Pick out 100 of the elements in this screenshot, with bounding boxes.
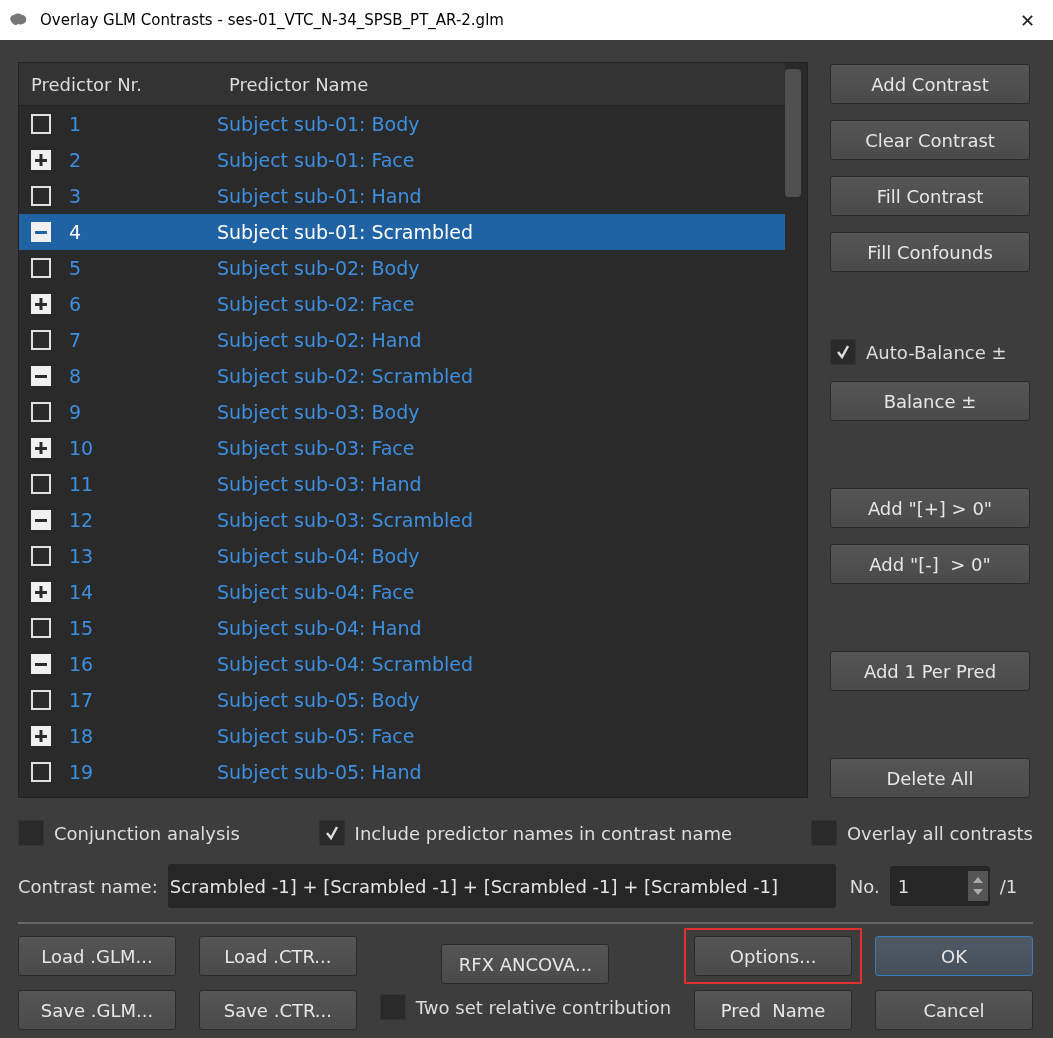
predictor-number: 17 (69, 689, 95, 711)
table-row[interactable]: 14 Subject sub-04: Face (19, 574, 785, 610)
plus-checkbox[interactable] (31, 582, 51, 602)
predictor-number: 9 (69, 401, 83, 423)
dialog-button[interactable]: Load .CTR... (198, 936, 357, 976)
field-label: Contrast name: (18, 875, 158, 897)
plus-checkbox[interactable] (31, 150, 51, 170)
table-row[interactable]: 5 Subject sub-02: Body (19, 250, 785, 286)
predictor-number: 6 (69, 293, 83, 315)
table-row[interactable]: 7 Subject sub-02: Hand (19, 322, 785, 358)
predictor-name: Subject sub-04: Hand (217, 617, 422, 639)
column-header: Predictor Name (229, 73, 369, 95)
predictor-number: 15 (69, 617, 95, 639)
close-button[interactable]: ✕ (1009, 9, 1045, 31)
side-button[interactable]: Clear Contrast (830, 120, 1030, 160)
predictor-number: 12 (69, 509, 95, 531)
spin-arrows-icon[interactable] (967, 871, 988, 901)
minus-checkbox[interactable] (31, 510, 51, 530)
predictor-name: Subject sub-04: Body (217, 545, 420, 567)
table-row[interactable]: 11 Subject sub-03: Hand (19, 466, 785, 502)
predictor-name: Subject sub-04: Face (217, 581, 415, 603)
minus-checkbox[interactable] (31, 654, 51, 674)
predictor-name: Subject sub-01: Face (217, 149, 415, 171)
dialog-button[interactable]: Save .CTR... (198, 990, 357, 1030)
side-button[interactable]: Balance ± (830, 381, 1030, 421)
table-row[interactable]: 17 Subject sub-05: Body (19, 682, 785, 718)
checkbox-label: Auto-Balance ± (866, 341, 1007, 363)
checkbox-label: Two set relative contribution (415, 996, 672, 1018)
number-spinbox[interactable]: 1 (889, 866, 990, 906)
predictor-name: Subject sub-05: Hand (217, 761, 422, 783)
table-row[interactable]: 8 Subject sub-02: Scrambled (19, 358, 785, 394)
predictor-name: Subject sub-01: Hand (217, 185, 422, 207)
predictor-name: Subject sub-02: Hand (217, 329, 422, 351)
table-row[interactable]: 2 Subject sub-01: Face (19, 142, 785, 178)
table-row[interactable]: 6 Subject sub-02: Face (19, 286, 785, 322)
dialog-button[interactable]: RFX ANCOVA... (441, 944, 610, 984)
table-row[interactable]: 19 Subject sub-05: Hand (19, 754, 785, 790)
checkbox[interactable] (830, 339, 856, 365)
contrast-name-field[interactable]: Scrambled -1] + [Scrambled -1] + [Scrambled -1] + [Scrambled -1] (167, 864, 836, 908)
checkbox-label: Conjunction analysis (54, 822, 240, 844)
predictor-number: 14 (69, 581, 95, 603)
side-button[interactable]: Add "[-] > 0" (830, 544, 1030, 584)
predictor-name: Subject sub-02: Scrambled (217, 365, 474, 387)
checkbox[interactable] (318, 820, 345, 846)
field-label: No. (849, 875, 880, 897)
predictor-number: 5 (69, 257, 83, 279)
predictor-number: 18 (69, 725, 95, 747)
side-button[interactable]: Add "[+] > 0" (830, 488, 1030, 528)
table-row[interactable]: 13 Subject sub-04: Body (19, 538, 785, 574)
table-row[interactable]: 15 Subject sub-04: Hand (19, 610, 785, 646)
plus-checkbox[interactable] (31, 294, 51, 314)
table-row[interactable]: 10 Subject sub-03: Face (19, 430, 785, 466)
predictor-number: 10 (69, 437, 95, 459)
table-row[interactable]: 3 Subject sub-01: Hand (19, 178, 785, 214)
predictor-number: 2 (69, 149, 83, 171)
column-header: Predictor Nr. (30, 73, 144, 95)
predictor-number: 4 (69, 221, 83, 243)
table-row[interactable]: 1 Subject sub-01: Body (19, 106, 785, 142)
window-title: Overlay GLM Contrasts - ses-01_VTC_N-34_SPSB_PT_AR-2.glm (40, 11, 505, 29)
side-button[interactable]: Fill Contrast (830, 176, 1030, 216)
table-row[interactable]: 16 Subject sub-04: Scrambled (19, 646, 785, 682)
table-row[interactable]: 18 Subject sub-05: Face (19, 718, 785, 754)
minus-checkbox[interactable] (31, 222, 51, 242)
predictor-name: Subject sub-03: Body (217, 401, 420, 423)
dialog-button[interactable]: Pred Name (694, 990, 853, 1030)
check-icon (323, 825, 340, 841)
predictor-number: 19 (69, 761, 95, 783)
predictor-number: 8 (69, 365, 83, 387)
predictor-number: 3 (69, 185, 83, 207)
predictor-name: Subject sub-01: Body (217, 113, 420, 135)
predictor-number: 13 (69, 545, 95, 567)
predictor-name: Subject sub-02: Body (217, 257, 420, 279)
predictor-name: Subject sub-05: Body (217, 689, 420, 711)
count-total: /1 (999, 875, 1018, 897)
predictor-name: Subject sub-01: Scrambled (217, 221, 474, 243)
checkbox-label: Include predictor names in contrast name (354, 822, 733, 844)
table-row[interactable]: 4 Subject sub-01: Scrambled (19, 214, 785, 250)
check-icon (835, 344, 851, 360)
minus-checkbox[interactable] (31, 366, 51, 386)
predictor-name: Subject sub-03: Hand (217, 473, 422, 495)
side-button[interactable]: Add 1 Per Pred (830, 651, 1030, 691)
dialog-button[interactable]: Load .GLM... (18, 936, 176, 976)
predictor-name: Subject sub-05: Face (217, 725, 415, 747)
dialog-button[interactable]: OK (875, 936, 1033, 976)
side-button[interactable]: Add Contrast (830, 64, 1030, 104)
dialog-button[interactable]: Cancel (875, 990, 1033, 1030)
plus-checkbox[interactable] (31, 726, 51, 746)
predictor-name: Subject sub-04: Scrambled (217, 653, 474, 675)
table-row[interactable]: 12 Subject sub-03: Scrambled (19, 502, 785, 538)
side-button[interactable]: Fill Confounds (830, 232, 1030, 272)
predictor-name: Subject sub-03: Face (217, 437, 415, 459)
predictor-number: 11 (69, 473, 95, 495)
predictor-number: 16 (69, 653, 95, 675)
plus-checkbox[interactable] (31, 438, 51, 458)
checkbox-label: Overlay all contrasts (846, 822, 1033, 844)
predictor-name: Subject sub-02: Face (217, 293, 415, 315)
dialog-button[interactable]: Save .GLM... (18, 990, 176, 1030)
dialog-button[interactable]: Options... (694, 936, 853, 976)
side-button[interactable]: Delete All (830, 758, 1030, 798)
table-row[interactable]: 9 Subject sub-03: Body (19, 394, 785, 430)
